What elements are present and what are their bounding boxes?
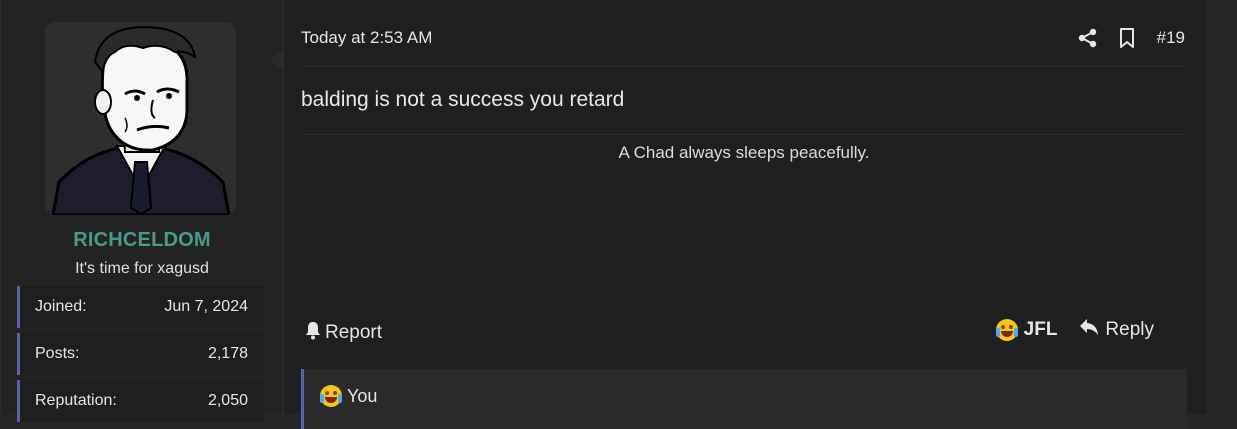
crying-laughing-emoji bbox=[995, 319, 1018, 341]
reply-label: Reply bbox=[1105, 319, 1154, 340]
stat-label: Posts: bbox=[35, 345, 80, 362]
reaction-users[interactable]: You bbox=[347, 386, 377, 407]
bookmark-icon[interactable] bbox=[1119, 28, 1135, 48]
post-header: Today at 2:53 AM #19 bbox=[301, 22, 1187, 54]
header-divider bbox=[301, 66, 1187, 67]
report-label: Report bbox=[325, 322, 383, 343]
stat-joined: Joined: Jun 7, 2024 bbox=[17, 286, 264, 328]
reaction-summary: You bbox=[320, 385, 377, 407]
jfl-label: JFL bbox=[1023, 319, 1058, 340]
user-signature: A Chad always sleeps peacefully. bbox=[618, 143, 870, 162]
stat-posts: Posts: 2,178 bbox=[17, 333, 264, 375]
user-title: It's time for xagusd bbox=[75, 260, 209, 277]
username[interactable]: RICHCELDOM bbox=[1, 229, 283, 252]
post-footer-actions: JFL Reply bbox=[995, 318, 1154, 342]
report-button[interactable]: Report bbox=[304, 320, 382, 346]
stat-value: 2,050 bbox=[207, 392, 248, 409]
avatar[interactable] bbox=[45, 22, 236, 215]
reply-button[interactable]: Reply bbox=[1079, 318, 1154, 342]
forum-post: RICHCELDOM It's time for xagusd Joined: … bbox=[0, 0, 1206, 429]
post-date[interactable]: Today at 2:53 AM bbox=[301, 28, 432, 48]
crying-laughing-emoji bbox=[320, 385, 342, 407]
signature-divider bbox=[301, 134, 1187, 135]
post-number[interactable]: #19 bbox=[1157, 28, 1185, 48]
scrollbar-track[interactable] bbox=[1227, 0, 1237, 414]
post-actions: #19 bbox=[1078, 28, 1187, 48]
stat-reputation: Reputation: 2,050 bbox=[17, 380, 264, 422]
reactions-bar[interactable]: You bbox=[301, 369, 1187, 429]
share-icon[interactable] bbox=[1078, 28, 1097, 48]
stat-value: Jun 7, 2024 bbox=[164, 298, 248, 315]
message-pointer bbox=[269, 50, 283, 70]
stat-value: 2,178 bbox=[207, 345, 248, 362]
reply-icon bbox=[1079, 318, 1099, 342]
jfl-reaction-button[interactable]: JFL bbox=[995, 319, 1058, 341]
user-pane: RICHCELDOM It's time for xagusd Joined: … bbox=[1, 0, 284, 422]
stat-label: Reputation: bbox=[35, 392, 117, 409]
post-message: balding is not a success you retard bbox=[301, 88, 625, 111]
stat-label: Joined: bbox=[35, 298, 87, 315]
bell-icon bbox=[304, 320, 322, 346]
